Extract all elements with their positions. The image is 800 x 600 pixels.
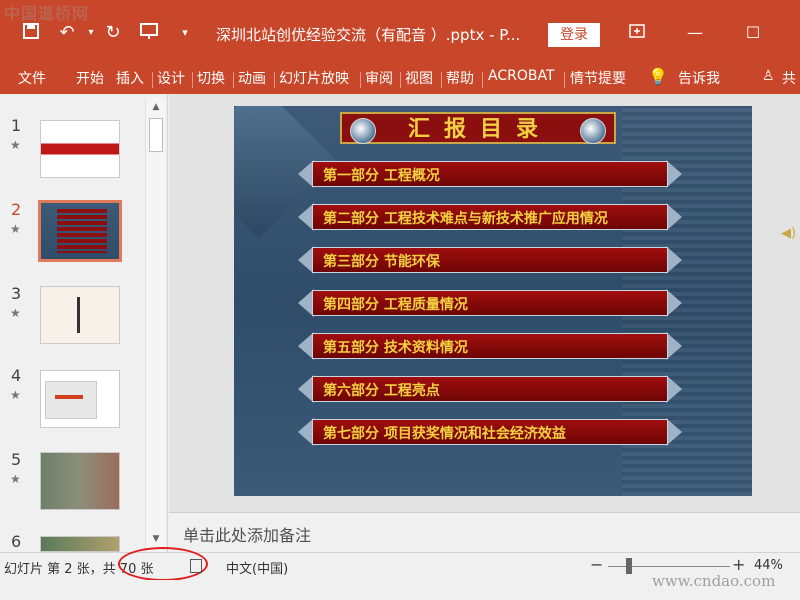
agenda-item-text: 第五部分 技术资料情况 [323, 340, 468, 356]
notes-pane[interactable]: 单击此处添加备注 [169, 512, 800, 552]
tab-separator [482, 72, 483, 88]
login-button[interactable]: 登录 [548, 23, 600, 47]
agenda-item: 第三部分 节能环保 [298, 246, 682, 274]
agenda-item: 第四部分 工程质量情况 [298, 289, 682, 317]
slideshow-icon[interactable] [138, 22, 160, 44]
tab-help[interactable]: 帮助 [446, 68, 474, 88]
tab-separator [441, 72, 442, 88]
globe-icon [580, 118, 606, 144]
scroll-up-icon[interactable]: ▲ [146, 100, 166, 114]
tab-separator [360, 72, 361, 88]
animation-star-icon: ★ [10, 388, 21, 402]
notes-placeholder: 单击此处添加备注 [183, 526, 312, 545]
thumbnail-number: 4 [11, 366, 22, 385]
agenda-item-text: 第七部分 项目获奖情况和社会经济效益 [323, 426, 566, 442]
agenda-item-text: 第四部分 工程质量情况 [323, 297, 468, 313]
tab-separator [152, 72, 153, 88]
slide-title-banner: 汇报目录 [340, 112, 616, 144]
slide-title: 汇报目录 [407, 116, 552, 142]
undo-dropdown-icon[interactable]: ▾ [80, 22, 102, 44]
agenda-item: 第七部分 项目获奖情况和社会经济效益 [298, 418, 682, 446]
audio-speaker-icon[interactable]: ◀) [781, 226, 796, 241]
zoom-slider-handle[interactable] [626, 558, 632, 574]
thumbnail-scrollbar[interactable]: ▲ ▼ [145, 98, 165, 548]
slide-thumbnail-3[interactable] [40, 286, 120, 344]
slide-thumbnail-5[interactable] [40, 452, 120, 510]
maximize-icon[interactable]: ☐ [738, 20, 768, 46]
current-slide[interactable]: 汇报目录 第一部分 工程概况 第二部分 工程技术难点与新技术推广应用情况 第三部… [234, 106, 752, 496]
watermark-bottom: www.cndao.com [652, 572, 776, 590]
animation-star-icon: ★ [10, 138, 21, 152]
tell-me-button[interactable]: 告诉我 [678, 68, 720, 88]
slide-thumbnails-panel: 1 ★ 2 ★ 3 ★ 4 ★ 5 ★ 6 ▲ ▼ [0, 94, 168, 552]
tab-separator [274, 72, 275, 88]
animation-star-icon: ★ [10, 222, 21, 236]
thumbnail-number: 5 [11, 450, 22, 469]
restore-icon[interactable] [622, 20, 652, 46]
scroll-down-icon[interactable]: ▼ [146, 532, 166, 546]
tab-transitions[interactable]: 切换 [197, 68, 225, 88]
tab-separator [233, 72, 234, 88]
undo-icon[interactable]: ↶ [56, 22, 78, 44]
slide-thumbnail-6[interactable] [40, 536, 120, 552]
animation-star-icon: ★ [10, 306, 21, 320]
tab-acrobat[interactable]: ACROBAT [488, 68, 555, 84]
animation-star-icon: ★ [10, 472, 21, 486]
slide-thumbnail-4[interactable] [40, 370, 120, 428]
zoom-out-button[interactable]: − [590, 555, 603, 574]
thumbnail-number: 2 [11, 200, 22, 219]
tab-review[interactable]: 审阅 [365, 68, 393, 88]
tab-home[interactable]: 开始 [76, 68, 104, 88]
slide-thumbnail-2[interactable] [38, 200, 122, 262]
notes-toggle-icon[interactable] [190, 559, 202, 573]
tab-animations[interactable]: 动画 [238, 68, 266, 88]
tab-separator [564, 72, 565, 88]
watermark-top: 中国道桥网 [4, 4, 90, 23]
tab-storyboard[interactable]: 情节提要 [570, 68, 626, 88]
zoom-level[interactable]: 44% [754, 558, 783, 573]
tab-separator [192, 72, 193, 88]
customize-icon[interactable]: ▾ [174, 22, 196, 44]
agenda-item: 第六部分 工程亮点 [298, 375, 682, 403]
thumbnail-number: 6 [11, 532, 22, 551]
scroll-thumb[interactable] [149, 118, 163, 152]
document-title: 深圳北站创优经验交流（有配音 ）.pptx - P... [216, 26, 521, 44]
save-icon[interactable] [20, 22, 42, 44]
agenda-item: 第一部分 工程概况 [298, 160, 682, 188]
tab-file[interactable]: 文件 [18, 68, 46, 88]
share-icon[interactable]: ♙ [762, 68, 775, 84]
tab-view[interactable]: 视图 [405, 68, 433, 88]
language-indicator[interactable]: 中文(中国) [226, 558, 288, 577]
tab-separator [400, 72, 401, 88]
slide-thumbnail-1[interactable] [40, 120, 120, 178]
thumbnail-number: 1 [11, 116, 22, 135]
agenda-item-text: 第三部分 节能环保 [323, 254, 440, 270]
slide-editor: 汇报目录 第一部分 工程概况 第二部分 工程技术难点与新技术推广应用情况 第三部… [169, 94, 800, 512]
redo-icon[interactable]: ↻ [102, 22, 124, 44]
thumbnail-number: 3 [11, 284, 22, 303]
lightbulb-icon[interactable]: 💡 [648, 67, 668, 86]
share-button[interactable]: 共 [782, 68, 796, 88]
ribbon-tabs: 文件 开始 插入 设计 切换 动画 幻灯片放映 审阅 视图 帮助 ACROBAT… [0, 64, 800, 94]
agenda-item-text: 第六部分 工程亮点 [323, 383, 440, 399]
tab-insert[interactable]: 插入 [116, 68, 144, 88]
minimize-icon[interactable]: — [680, 20, 710, 46]
tab-slideshow[interactable]: 幻灯片放映 [279, 68, 349, 88]
agenda-item: 第二部分 工程技术难点与新技术推广应用情况 [298, 203, 682, 231]
agenda-item-text: 第一部分 工程概况 [323, 168, 440, 184]
agenda-item-text: 第二部分 工程技术难点与新技术推广应用情况 [323, 211, 608, 227]
agenda-item: 第五部分 技术资料情况 [298, 332, 682, 360]
globe-icon [350, 118, 376, 144]
tab-design[interactable]: 设计 [157, 68, 185, 88]
title-bar: ↶ ▾ ↻ ▾ 深圳北站创优经验交流（有配音 ）.pptx - P... 登录 … [0, 0, 800, 64]
